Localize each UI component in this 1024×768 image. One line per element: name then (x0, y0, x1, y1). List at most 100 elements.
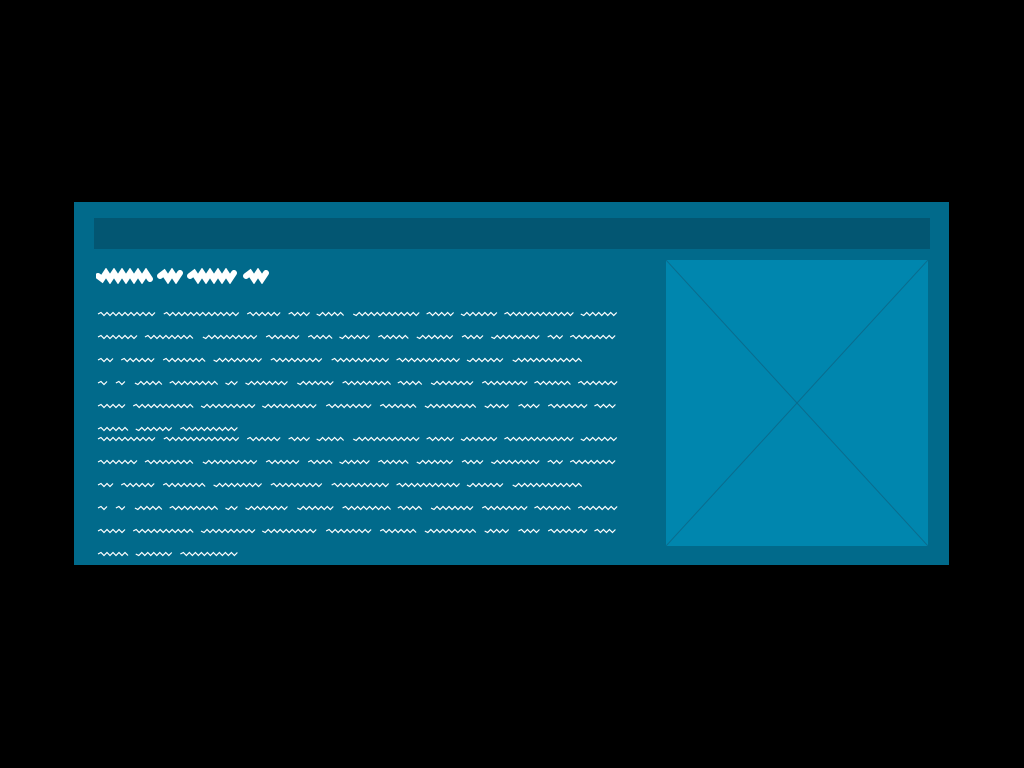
text-word (115, 505, 126, 511)
text-word (270, 482, 323, 488)
text-line (97, 380, 618, 386)
text-word (316, 436, 345, 442)
text-word (547, 528, 588, 534)
text-word (144, 459, 194, 465)
text-line (97, 551, 238, 557)
heading-word (96, 268, 153, 284)
text-word (246, 311, 281, 317)
text-word (316, 311, 345, 317)
text-word (594, 528, 616, 534)
text-word (518, 403, 540, 409)
text-word (547, 334, 564, 340)
text-word (396, 357, 460, 363)
text-word (163, 436, 240, 442)
text-word (594, 403, 616, 409)
text-word (342, 380, 392, 386)
text-word (202, 459, 258, 465)
text-word (246, 436, 281, 442)
text-word (97, 334, 138, 340)
text-word (163, 311, 240, 317)
text-word (169, 380, 219, 386)
text-word (297, 380, 334, 386)
text-word (547, 403, 588, 409)
text-word (534, 380, 571, 386)
text-word (352, 311, 420, 317)
text-word (580, 311, 618, 317)
text-word (132, 403, 194, 409)
text-word (200, 403, 256, 409)
text-line (97, 357, 583, 363)
text-word (378, 334, 409, 340)
text-word (288, 436, 311, 442)
heading-word (157, 268, 183, 284)
text-word (460, 436, 498, 442)
text-word (331, 357, 390, 363)
paragraph-2 (97, 429, 622, 567)
text-word (481, 505, 528, 511)
text-word (97, 403, 126, 409)
text-word (580, 436, 618, 442)
text-word (484, 403, 510, 409)
text-word (460, 311, 498, 317)
text-word (265, 459, 300, 465)
text-word (577, 505, 618, 511)
text-word (97, 482, 114, 488)
text-word (426, 436, 455, 442)
image-placeholder-cross-icon (666, 260, 928, 546)
text-word (379, 403, 417, 409)
text-word (491, 459, 540, 465)
text-word (134, 505, 163, 511)
text-word (481, 380, 528, 386)
text-word (491, 334, 540, 340)
text-word (97, 311, 156, 317)
text-line (97, 311, 618, 317)
heading-word (243, 268, 269, 284)
text-word (261, 403, 317, 409)
text-word (484, 528, 510, 534)
text-word (396, 482, 460, 488)
content-card (74, 202, 949, 565)
header-bar (94, 218, 930, 249)
text-word (225, 505, 238, 511)
text-word (245, 380, 288, 386)
text-word (270, 357, 323, 363)
text-line (97, 528, 616, 534)
text-word (120, 482, 155, 488)
text-word (134, 380, 163, 386)
text-word (397, 380, 423, 386)
paragraph-1 (97, 304, 622, 442)
text-line (97, 505, 618, 511)
text-word (325, 403, 372, 409)
text-word (426, 311, 455, 317)
text-word (379, 528, 417, 534)
text-word (397, 505, 423, 511)
text-word (504, 436, 574, 442)
text-word (331, 482, 390, 488)
text-word (416, 459, 454, 465)
text-word (132, 528, 194, 534)
text-word (144, 334, 194, 340)
text-word (97, 357, 114, 363)
text-word (534, 505, 571, 511)
text-word (202, 334, 258, 340)
heading-word (187, 268, 237, 284)
text-word (430, 380, 474, 386)
text-word (213, 482, 263, 488)
text-word (261, 528, 317, 534)
text-word (416, 334, 454, 340)
text-word (169, 505, 219, 511)
text-word (342, 505, 392, 511)
text-word (307, 459, 333, 465)
text-word (512, 482, 583, 488)
text-word (135, 551, 173, 557)
text-word (162, 357, 206, 363)
text-word (97, 528, 126, 534)
text-line (97, 334, 616, 340)
text-word (325, 528, 372, 534)
text-word (569, 334, 616, 340)
text-word (265, 334, 300, 340)
text-word (97, 551, 129, 557)
text-word (424, 528, 477, 534)
text-line (97, 459, 616, 465)
text-line (97, 403, 616, 409)
